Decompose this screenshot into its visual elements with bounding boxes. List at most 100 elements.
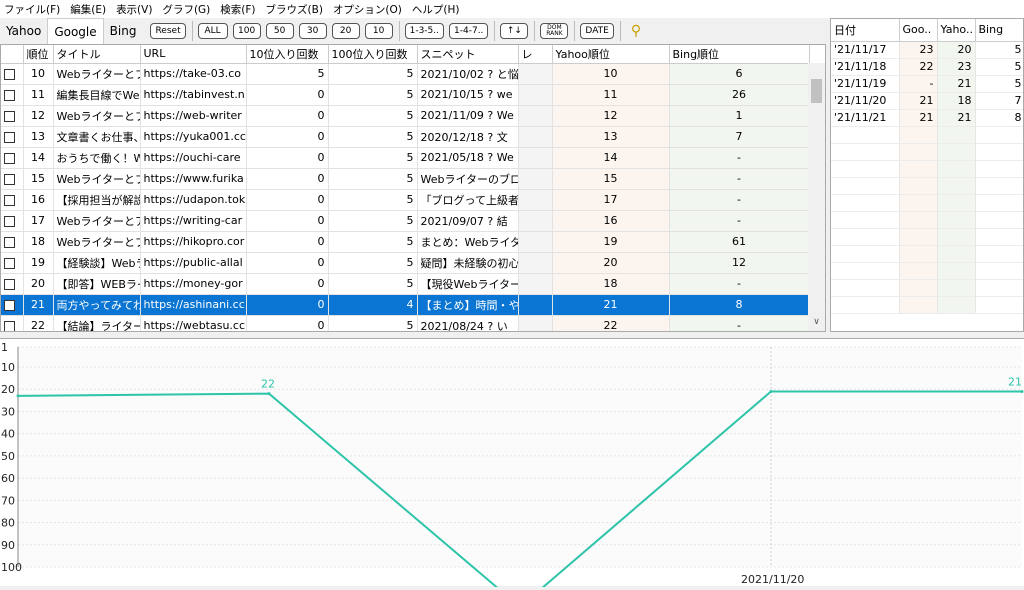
row-checkbox[interactable] — [4, 257, 15, 269]
y-tick-label: 80 — [1, 517, 15, 530]
yahoo-rank-cell: 22 — [552, 315, 670, 331]
yahoo-rank-cell: 11 — [552, 84, 670, 106]
table-row[interactable]: 14おうちで働く！WEIhttps://ouchi-care052021/05/… — [1, 147, 810, 169]
step-135-button[interactable]: 1-3-5.. — [404, 23, 445, 39]
col-rank[interactable]: 順位 — [23, 45, 54, 64]
menu-item-6[interactable]: オプション(O) — [333, 2, 402, 17]
row-checkbox[interactable] — [4, 173, 15, 185]
table-row[interactable]: 20【即答】WEBライタhttps://money-gor05【現役Webライタ… — [1, 273, 810, 295]
col-title[interactable]: タイトル — [53, 45, 141, 64]
snippet-cell: 【現役Webライターカ — [417, 273, 519, 295]
menu-item-0[interactable]: ファイル(F) — [4, 2, 60, 17]
col-bing[interactable]: Bing — [975, 19, 1023, 42]
rank-cell: 18 — [23, 231, 54, 253]
filter-all-button[interactable]: ALL — [197, 23, 228, 39]
yahoo-rank-cell: 20 — [552, 252, 670, 274]
table-row[interactable]: 16【採用担当が解説https://udapon.tok05「ブログって上級者が… — [1, 189, 810, 211]
history-row[interactable]: '21/11/19-21 5 — [831, 75, 1023, 93]
top10-count-cell: 0 — [246, 168, 329, 190]
history-row[interactable]: '21/11/21 21 21 8 — [831, 109, 1023, 127]
row-checkbox[interactable] — [4, 299, 15, 311]
snippet-cell: 2021/10/15 ? we — [417, 84, 519, 106]
history-row-empty — [831, 160, 1023, 178]
rank-cell: 22 — [23, 315, 54, 331]
table-row[interactable]: 18Webライターとプロhttps://hikopro.cor05まとめ：Web… — [1, 231, 810, 253]
menu-item-5[interactable]: ブラウズ(B) — [266, 2, 323, 17]
row-checkbox[interactable] — [4, 320, 15, 331]
col-date[interactable]: 日付 — [831, 19, 900, 42]
history-row[interactable]: '21/11/20 21 18 7 — [831, 92, 1023, 110]
row-checkbox[interactable] — [4, 194, 15, 206]
data-label: 21 — [1008, 375, 1022, 388]
vertical-scrollbar[interactable]: ∨ — [808, 63, 825, 331]
filter-10-button[interactable]: 10 — [364, 23, 393, 39]
empty-cell — [899, 228, 938, 246]
filter-100-button[interactable]: 100 — [232, 23, 261, 39]
col-re[interactable]: レ — [518, 45, 553, 64]
scrollbar-thumb[interactable] — [811, 79, 822, 103]
row-checkbox-cell — [1, 168, 24, 190]
menu-item-2[interactable]: 表示(V) — [116, 2, 152, 17]
top100-count-cell: 5 — [328, 105, 418, 127]
col-url[interactable]: URL — [140, 45, 247, 64]
filter-30-button[interactable]: 30 — [298, 23, 327, 39]
history-row[interactable]: '21/11/17 23 20 5 — [831, 41, 1023, 59]
scroll-down-icon[interactable]: ∨ — [808, 317, 825, 331]
menu-item-1[interactable]: 編集(E) — [70, 2, 106, 17]
col-yahoo[interactable]: Yaho.. — [937, 19, 976, 42]
menu-item-3[interactable]: グラフ(G) — [162, 2, 210, 17]
re-cell — [518, 273, 553, 295]
col-top10-count[interactable]: 10位入り回数 — [246, 45, 329, 64]
table-row[interactable]: 21両方やってみてわかhttps://ashinani.cc04【まとめ】時間・… — [1, 294, 810, 316]
row-checkbox[interactable] — [4, 215, 15, 227]
row-checkbox[interactable] — [4, 278, 15, 290]
yahoo-rank-cell: 17 — [552, 189, 670, 211]
row-checkbox[interactable] — [4, 110, 15, 122]
row-checkbox[interactable] — [4, 89, 15, 101]
dom-rank-button[interactable]: DOM RANK — [540, 23, 569, 39]
table-row[interactable]: 17Webライターとアフィhttps://writing-car052021/0… — [1, 210, 810, 232]
col-yahoo-rank[interactable]: Yahoo順位 — [552, 45, 670, 64]
empty-cell — [899, 160, 938, 178]
re-cell — [518, 147, 553, 169]
menu-item-7[interactable]: ヘルプ(H) — [412, 2, 460, 17]
rank-chart: 1 10 20 30 40 50 60 70 80 90 100 2021/11/20 22 21 — [0, 338, 1024, 587]
row-checkbox[interactable] — [4, 236, 15, 248]
re-cell — [518, 105, 553, 127]
title-cell: Webライターとプロ — [53, 63, 141, 85]
table-row[interactable]: 13 文章書くお仕事、\ https://yuka001.cc 0 5 2020/12/1… — [1, 126, 810, 148]
menu-item-4[interactable]: 検索(F) — [220, 2, 255, 17]
filter-20-button[interactable]: 20 — [331, 23, 360, 39]
sort-updown-button[interactable]: ↑↓ — [500, 23, 529, 39]
tab-yahoo[interactable]: Yahoo — [0, 18, 47, 44]
date-cell: '21/11/18 — [831, 58, 900, 76]
col-top100-count[interactable]: 100位入り回数 — [328, 45, 418, 64]
table-row[interactable]: 10Webライターとプロhttps://take-03.co552021/10/… — [1, 63, 810, 85]
reset-button[interactable]: Reset — [150, 23, 186, 39]
table-row[interactable]: 15Webライターとプロhttps://www.furika05Webライターの… — [1, 168, 810, 190]
y-tick-label: 1 — [1, 341, 8, 354]
history-row[interactable]: '21/11/18 22 23 5 — [831, 58, 1023, 76]
row-checkbox-cell — [1, 294, 24, 316]
row-checkbox[interactable] — [4, 131, 15, 143]
url-cell: https://hikopro.cor — [140, 231, 247, 253]
col-google[interactable]: Goo.. — [899, 19, 938, 42]
bing-rank-cell: 12 — [669, 252, 810, 274]
tab-bing[interactable]: Bing — [104, 18, 143, 44]
key-icon[interactable]: ⚲ — [631, 23, 641, 39]
filter-50-button[interactable]: 50 — [265, 23, 294, 39]
row-checkbox[interactable] — [4, 68, 15, 80]
tab-google[interactable]: Google — [47, 18, 104, 44]
row-checkbox[interactable] — [4, 152, 15, 164]
table-row[interactable]: 12Webライターとプロhttps://web-writer052021/11/… — [1, 105, 810, 127]
yahoo-rank-cell: 13 — [552, 126, 670, 148]
step-147-button[interactable]: 1-4-7.. — [449, 23, 489, 39]
table-row[interactable]: 11 編集長目線でWe https://tabinvest.n 0 5 2021/10/1… — [1, 84, 810, 106]
snippet-cell: 2021/11/09 ? We — [417, 105, 519, 127]
row-checkbox-cell — [1, 147, 24, 169]
table-row[interactable]: 19【経験談】Webライhttps://public-allal05疑問】未経験… — [1, 252, 810, 274]
table-row[interactable]: 22【結論】ライターとプhttps://webtasu.cc052021/08/… — [1, 315, 810, 331]
date-button[interactable]: DATE — [580, 23, 614, 39]
col-snippet[interactable]: スニペット — [417, 45, 519, 64]
col-bing-rank[interactable]: Bing順位 — [669, 45, 810, 64]
